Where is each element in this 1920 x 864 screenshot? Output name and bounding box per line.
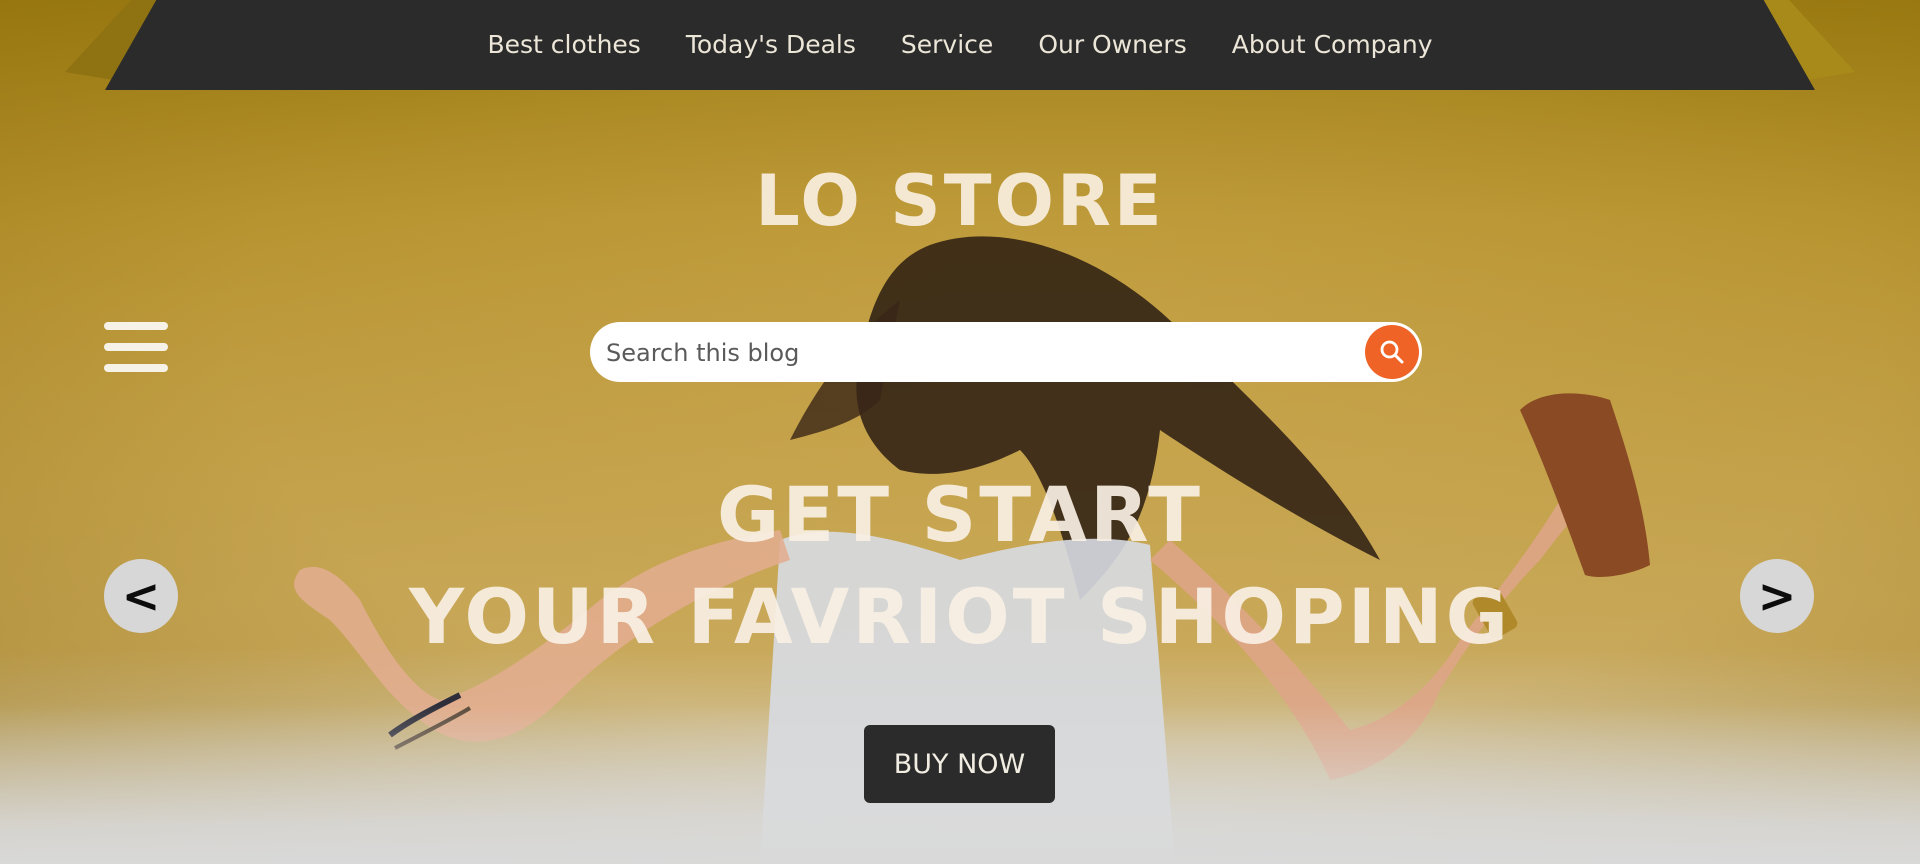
hero-headline-line2: YOUR FAVRIOT SHOPING bbox=[409, 572, 1511, 661]
nav-item-about-company[interactable]: About Company bbox=[1232, 30, 1433, 59]
nav-item-our-owners[interactable]: Our Owners bbox=[1038, 30, 1186, 59]
buy-now-button[interactable]: BUY NOW bbox=[864, 725, 1055, 803]
store-logo-title[interactable]: LO STORE bbox=[0, 160, 1920, 242]
search-icon bbox=[1380, 340, 1404, 364]
carousel-prev-button[interactable]: < bbox=[104, 559, 178, 633]
search-input[interactable] bbox=[604, 322, 1348, 384]
carousel-next-button[interactable]: > bbox=[1740, 559, 1814, 633]
hero-banner: Best clothes Today's Deals Service Our O… bbox=[0, 0, 1920, 864]
nav-item-service[interactable]: Service bbox=[901, 30, 993, 59]
top-navigation: Best clothes Today's Deals Service Our O… bbox=[105, 0, 1815, 90]
nav-item-todays-deals[interactable]: Today's Deals bbox=[686, 30, 856, 59]
hero-headline-line1: GET START bbox=[716, 470, 1204, 559]
search-bar bbox=[590, 322, 1422, 384]
hamburger-menu-icon[interactable] bbox=[104, 322, 168, 380]
nav-item-best-clothes[interactable]: Best clothes bbox=[487, 30, 640, 59]
search-button[interactable] bbox=[1365, 325, 1419, 379]
